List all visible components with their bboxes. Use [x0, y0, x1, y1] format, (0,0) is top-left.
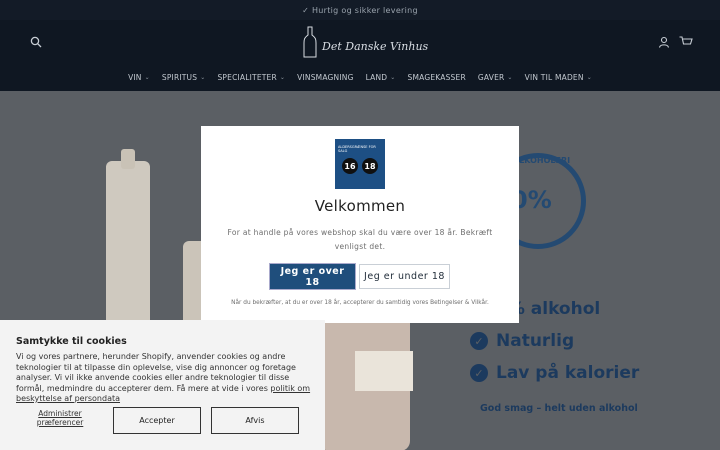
nav-item-gaver[interactable]: GAVER ⌄	[472, 69, 519, 85]
nav-label: SMAGEKASSER	[407, 72, 466, 82]
announcement-bar: ✓ Hurtig og sikker levering	[0, 0, 720, 20]
brand-name: Det Danske Vinhus	[322, 40, 429, 53]
nav-label: VIN	[128, 72, 142, 82]
feature-item: ✓ Lav på kalorier	[470, 362, 639, 384]
modal-terms-note: Når du bekræfter, at du er over 18 år, a…	[231, 300, 489, 306]
confirm-over-18-button[interactable]: Jeg er over 18	[269, 263, 356, 290]
age-18-icon: 18	[362, 158, 378, 174]
nav-label: VIN TIL MADEN	[524, 72, 584, 82]
manage-preferences-link[interactable]: Administrer præferencer	[16, 409, 104, 431]
nav-item-spiritus[interactable]: SPIRITUS ⌄	[156, 69, 212, 85]
nav-label: SPECIALITETER	[217, 72, 277, 82]
nav-label: LAND	[365, 72, 388, 82]
announcement-text: ✓ Hurtig og sikker levering	[302, 5, 418, 15]
modal-title: Velkommen	[314, 197, 406, 215]
feature-label: Naturlig	[496, 331, 575, 351]
site-logo[interactable]: Det Danske Vinhus	[300, 26, 428, 60]
cookie-text: Vi og vores partnere, herunder Shopify, …	[16, 352, 296, 393]
check-icon: ✓	[470, 364, 488, 382]
hero-tagline: God smag – helt uden alkohol	[480, 403, 638, 414]
age-limit-logo: ALDERSGRÆNSE FOR SALG 16 18	[335, 139, 385, 189]
site-header: Det Danske Vinhus VIN ⌄ SPIRITUS ⌄ SPECIAL…	[0, 20, 720, 91]
user-icon[interactable]	[656, 34, 672, 50]
chevron-down-icon: ⌄	[390, 73, 396, 81]
nav-item-vinsmagning[interactable]: VINSMAGNING	[291, 69, 359, 85]
feature-label: Lav på kalorier	[496, 363, 640, 383]
nav-label: SPIRITUS	[161, 72, 198, 82]
nav-item-land[interactable]: LAND ⌄	[360, 69, 402, 85]
wine-bottle-logo-icon	[303, 26, 317, 58]
decline-cookies-button[interactable]: Afvis	[211, 407, 299, 434]
nav-label: GAVER	[477, 72, 505, 82]
bottle-neck	[121, 149, 135, 169]
search-icon[interactable]	[28, 34, 44, 50]
chevron-down-icon: ⌄	[200, 73, 206, 81]
badge-text: ALKOHOLFRI	[513, 156, 571, 165]
nav-item-vin[interactable]: VIN ⌄	[122, 69, 156, 85]
nav-item-vin-til-maden[interactable]: VIN TIL MADEN ⌄	[519, 69, 598, 85]
cookie-description: Vi og vores partnere, herunder Shopify, …	[16, 352, 314, 405]
check-icon: ✓	[470, 332, 488, 350]
accept-cookies-button[interactable]: Accepter	[113, 407, 201, 434]
main-navigation: VIN ⌄ SPIRITUS ⌄ SPECIALITETER ⌄ VINSMAGNIN…	[0, 69, 720, 85]
cookie-title: Samtykke til cookies	[16, 336, 127, 347]
cart-icon[interactable]	[678, 34, 694, 50]
nav-label: VINSMAGNING	[297, 72, 354, 82]
modal-description: For at handle på vores webshop skal du v…	[227, 228, 493, 251]
age-16-icon: 16	[342, 158, 358, 174]
chevron-down-icon: ⌄	[144, 73, 150, 81]
chevron-down-icon: ⌄	[586, 73, 592, 81]
age-logo-header: ALDERSGRÆNSE FOR SALG	[338, 145, 376, 153]
age-verification-modal: ALDERSGRÆNSE FOR SALG 16 18 Velkommen Fo…	[201, 126, 519, 323]
nav-item-smagekasser[interactable]: SMAGEKASSER	[402, 69, 472, 85]
chevron-down-icon: ⌄	[279, 73, 286, 81]
chevron-down-icon: ⌄	[507, 73, 513, 81]
nav-item-specialiteter[interactable]: SPECIALITETER ⌄	[211, 69, 291, 85]
cookie-consent-banner: Samtykke til cookies Vi og vores partner…	[0, 320, 325, 450]
feature-item: ✓ Naturlig	[470, 330, 639, 352]
bottle-label	[355, 351, 413, 391]
under-18-button[interactable]: Jeg er under 18	[359, 264, 450, 289]
